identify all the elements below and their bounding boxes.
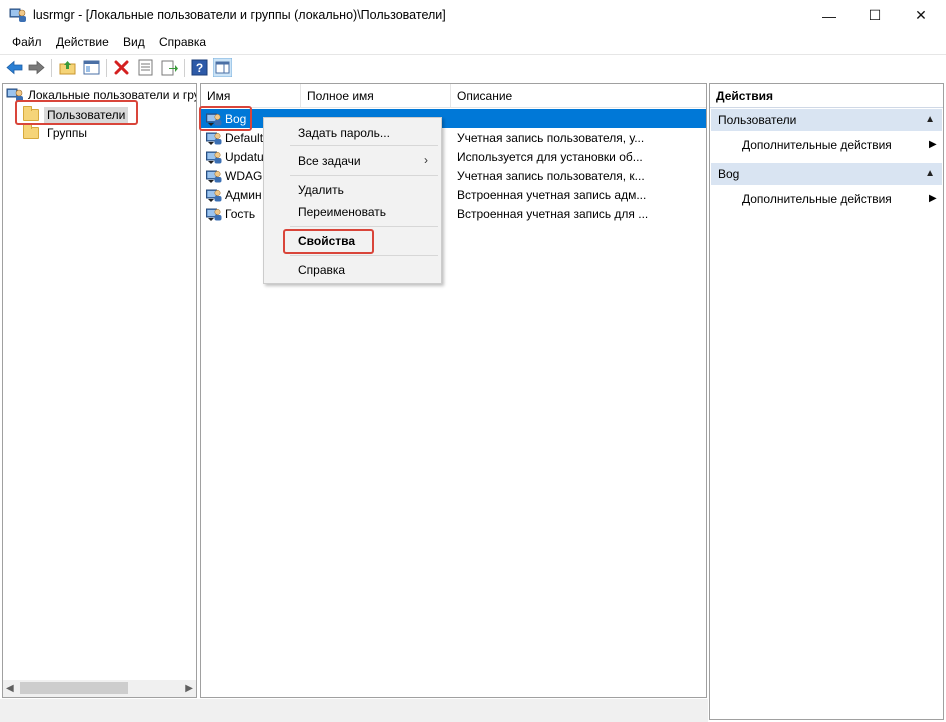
submenu-arrow-icon: ▶ xyxy=(929,139,937,150)
export-list-icon[interactable] xyxy=(160,58,179,77)
column-header-name[interactable]: Имя xyxy=(201,84,301,108)
folder-icon xyxy=(23,106,39,121)
user-name: Updatu xyxy=(225,149,264,164)
help-icon[interactable]: ? xyxy=(190,58,209,77)
cell-description: Используется для установки об... xyxy=(457,149,643,164)
user-name: Админ xyxy=(225,187,262,202)
cell-description: Учетная запись пользователя, у... xyxy=(457,130,645,145)
menu-item-all-tasks[interactable]: Все задачи xyxy=(298,154,361,168)
menu-separator xyxy=(290,145,438,146)
menu-separator xyxy=(290,175,438,176)
menu-item-properties[interactable]: Свойства xyxy=(298,234,355,248)
user-icon xyxy=(206,130,222,145)
actions-group-title: Bog xyxy=(718,167,740,181)
actions-group-title: Пользователи xyxy=(718,113,797,127)
user-icon xyxy=(206,187,222,202)
submenu-arrow-icon: ▶ xyxy=(929,193,937,204)
collapse-icon[interactable]: ▲ xyxy=(925,109,935,131)
app-icon xyxy=(9,8,26,22)
collapse-icon[interactable]: ▲ xyxy=(925,163,935,185)
menu-separator xyxy=(290,226,438,227)
toolbar-separator xyxy=(106,59,107,77)
user-icon xyxy=(206,149,222,164)
svg-text:?: ? xyxy=(196,61,203,75)
cell-description: Встроенная учетная запись для ... xyxy=(457,206,649,221)
menu-separator xyxy=(290,255,438,256)
tree-pane: Локальные пользователи и гру Пользовател… xyxy=(2,83,197,698)
horizontal-scrollbar[interactable]: ◀ ▶ xyxy=(3,680,196,697)
menu-item-delete[interactable]: Удалить xyxy=(298,183,344,197)
computer-users-icon xyxy=(6,88,23,102)
user-name: Bog xyxy=(225,111,247,126)
menu-item-help[interactable]: Справка xyxy=(298,263,345,277)
user-icon xyxy=(206,168,222,183)
cell-description: Учетная запись пользователя, к... xyxy=(457,168,645,183)
forward-icon[interactable] xyxy=(27,58,46,77)
close-button[interactable]: ✕ xyxy=(898,0,944,31)
properties-icon[interactable] xyxy=(136,58,155,77)
menu-view[interactable]: Вид xyxy=(121,35,147,49)
toolbar-separator xyxy=(51,59,52,77)
tree-node-label: Пользователи xyxy=(44,107,129,123)
toolbar: ? xyxy=(0,54,946,80)
menu-bar: Файл Действие Вид Справка xyxy=(0,31,946,53)
submenu-arrow-icon: › xyxy=(424,153,428,167)
delete-icon[interactable] xyxy=(112,58,131,77)
actions-group-users[interactable]: Пользователи ▲ xyxy=(711,109,942,131)
cell-description: Встроенная учетная запись адм... xyxy=(457,187,647,202)
column-header-fullname[interactable]: Полное имя xyxy=(301,84,451,108)
show-hide-action-pane-icon[interactable] xyxy=(213,58,232,77)
user-icon xyxy=(206,111,222,126)
tree-root-label: Локальные пользователи и гру xyxy=(28,88,197,102)
context-menu: Задать пароль... Все задачи › Удалить Пе… xyxy=(263,117,442,284)
show-hide-tree-icon[interactable] xyxy=(82,58,101,77)
scroll-left-icon[interactable]: ◀ xyxy=(6,683,14,694)
actions-header: Действия xyxy=(710,84,943,108)
tree-node-label: Группы xyxy=(47,126,87,140)
folder-icon xyxy=(23,124,39,139)
maximize-button[interactable]: ☐ xyxy=(852,0,898,31)
user-icon xyxy=(206,206,222,221)
menu-action[interactable]: Действие xyxy=(54,35,111,49)
up-folder-icon[interactable] xyxy=(58,58,77,77)
toolbar-separator xyxy=(184,59,185,77)
actions-group-bog[interactable]: Bog ▲ xyxy=(711,163,942,185)
action-more-actions-bog[interactable]: Дополнительные действия xyxy=(742,192,892,206)
tree-root[interactable]: Локальные пользователи и гру xyxy=(6,87,197,103)
list-header: Имя Полное имя Описание xyxy=(201,84,706,108)
minimize-button[interactable]: — xyxy=(806,0,852,31)
menu-file[interactable]: Файл xyxy=(10,35,44,49)
scroll-right-icon[interactable]: ▶ xyxy=(185,683,193,694)
menu-item-rename[interactable]: Переименовать xyxy=(298,205,386,219)
action-more-actions-users[interactable]: Дополнительные действия xyxy=(742,138,892,152)
tree-node-users[interactable]: Пользователи xyxy=(23,106,129,123)
tree-node-groups[interactable]: Группы xyxy=(23,124,90,141)
user-name: Default xyxy=(225,130,264,145)
window-title: lusrmgr - [Локальные пользователи и груп… xyxy=(33,8,446,22)
status-bar xyxy=(0,699,708,722)
actions-pane: Действия Пользователи ▲ Дополнительные д… xyxy=(709,83,944,720)
column-header-description[interactable]: Описание xyxy=(451,84,651,108)
menu-help[interactable]: Справка xyxy=(157,35,208,49)
back-icon[interactable] xyxy=(5,58,24,77)
scrollbar-thumb[interactable] xyxy=(20,682,128,694)
title-bar: lusrmgr - [Локальные пользователи и груп… xyxy=(0,0,946,31)
user-name: Гость xyxy=(225,206,256,221)
menu-item-set-password[interactable]: Задать пароль... xyxy=(298,126,390,140)
